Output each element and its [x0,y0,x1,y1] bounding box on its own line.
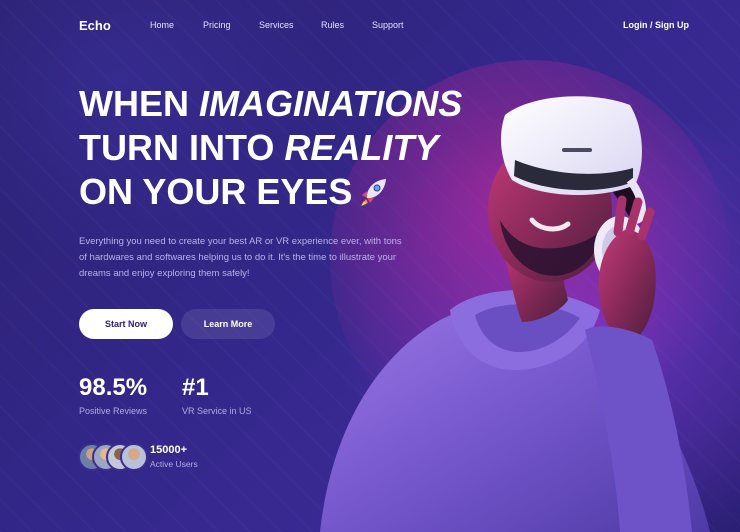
users-value: 15000+ [150,444,188,456]
avatar [120,443,148,471]
headline-line-2: TURN INTO REALITY [79,126,509,170]
hero-headline: WHEN IMAGINATIONS TURN INTO REALITY ON Y… [79,82,509,214]
headline-text: ON YOUR EYES [79,171,353,212]
active-users-avatars [78,443,148,471]
top-navbar: Echo Home Pricing Services Rules Support… [0,0,740,50]
stat-value: 98.5% [79,374,148,401]
nav-link-support[interactable]: Support [372,20,404,30]
rocket-icon [361,179,387,206]
nav-link-home[interactable]: Home [150,20,174,30]
brand-logo[interactable]: Echo [79,18,111,33]
headline-line-3: ON YOUR EYES [79,170,509,214]
users-label: Active Users [150,459,198,469]
headline-text: WHEN [79,83,199,124]
stat-label: Positive Reviews [79,406,148,416]
landing-page: Echo Home Pricing Services Rules Support… [0,0,740,532]
stat-value: #1 [182,374,209,401]
start-now-button[interactable]: Start Now [79,309,173,339]
headline-line-1: WHEN IMAGINATIONS [79,82,509,126]
stat-positive-reviews: 98.5% Positive Reviews [79,374,147,416]
nav-link-rules[interactable]: Rules [321,20,344,30]
stat-vr-rank: #1 VR Service in US [182,374,252,416]
headline-emphasis: REALITY [284,127,439,168]
learn-more-button[interactable]: Learn More [181,309,275,339]
nav-link-pricing[interactable]: Pricing [203,20,231,30]
nav-link-services[interactable]: Services [259,20,294,30]
headline-emphasis: IMAGINATIONS [199,83,463,124]
headline-text: TURN INTO [79,127,285,168]
hero-description: Everything you need to create your best … [79,236,402,279]
login-signup-link[interactable]: Login / Sign Up [623,20,689,30]
active-users-count: 15000+ Active Users [150,444,198,469]
stat-label: VR Service in US [182,406,252,416]
